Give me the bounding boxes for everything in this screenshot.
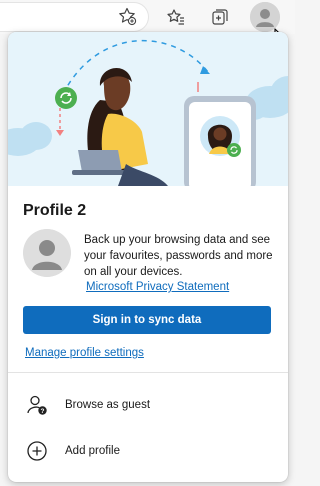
profile-avatar-icon [23,229,71,277]
sync-illustration [8,32,288,186]
favourites-icon [167,9,184,25]
add-profile-icon [26,440,48,462]
privacy-statement-link[interactable]: Microsoft Privacy Statement [86,281,229,293]
divider [8,372,288,373]
backup-description: Back up your browsing data and see your … [84,234,273,278]
profile-flyout: Profile 2 Back up your browsing data and… [8,32,288,482]
profile-avatar [23,229,71,277]
svg-text:?: ? [41,408,45,415]
guest-icon: ? [26,394,48,416]
manage-profile-settings-link[interactable]: Manage profile settings [25,347,144,359]
add-favourite-button[interactable] [114,3,140,29]
collections-button[interactable] [207,4,233,30]
menu-item-label: Add profile [65,445,120,457]
sign-in-sync-button[interactable]: Sign in to sync data [23,306,271,334]
collections-icon [212,9,228,25]
add-favourite-icon [119,7,137,26]
browse-as-guest-item[interactable]: ? Browse as guest [8,383,288,427]
favourites-button[interactable] [163,4,189,30]
menu-item-label: Browse as guest [65,399,151,411]
profile-name: Profile 2 [23,202,87,219]
browser-toolbar [0,0,295,50]
add-profile-item[interactable]: Add profile [8,429,288,473]
address-bar[interactable] [0,3,148,31]
